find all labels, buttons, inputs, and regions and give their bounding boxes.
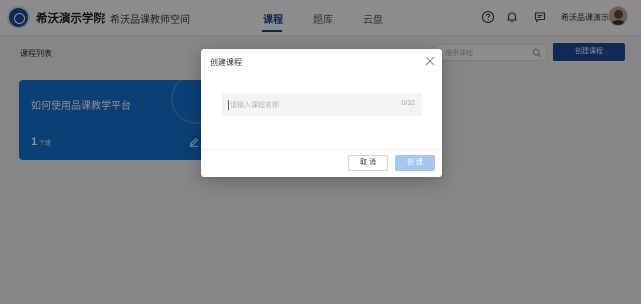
dialog-divider	[201, 149, 442, 150]
course-name-input[interactable]: 请输入课程名称 0/32	[222, 93, 422, 116]
close-icon[interactable]	[425, 56, 435, 66]
create-button[interactable]: 创 建	[395, 155, 435, 171]
course-name-placeholder: 请输入课程名称	[228, 100, 279, 110]
dialog-title: 创建课程	[210, 58, 242, 67]
char-count: 0/32	[401, 100, 415, 107]
cancel-button[interactable]: 取 消	[348, 155, 388, 171]
create-course-dialog: 创建课程 请输入课程名称 0/32 取 消 创 建	[201, 49, 442, 177]
